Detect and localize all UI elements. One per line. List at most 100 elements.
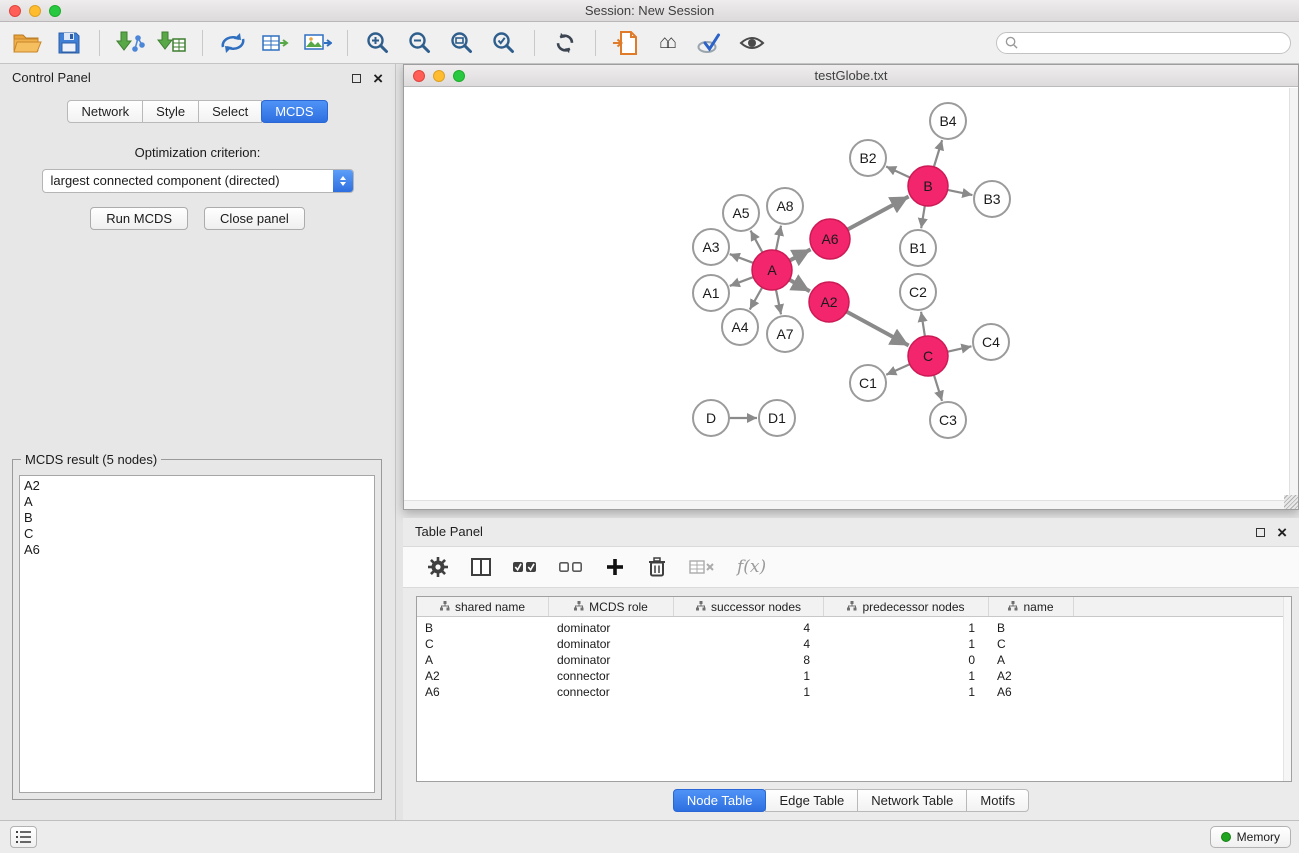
graph-node-A5[interactable]: A5 bbox=[723, 195, 759, 231]
close-panel-icon[interactable]: × bbox=[373, 70, 383, 87]
network-horizontal-scrollbar[interactable] bbox=[404, 500, 1289, 509]
tab-mcds[interactable]: MCDS bbox=[261, 100, 327, 123]
optimization-criterion-select[interactable]: largest connected component (directed) bbox=[42, 169, 354, 193]
export-table-button[interactable] bbox=[256, 26, 294, 60]
mcds-result-item[interactable]: C bbox=[24, 526, 370, 542]
column-header-shared-name[interactable]: shared name bbox=[417, 597, 549, 616]
network-minimize-button[interactable] bbox=[433, 70, 445, 82]
network-resize-handle[interactable] bbox=[1284, 495, 1298, 509]
graph-node-A8[interactable]: A8 bbox=[767, 188, 803, 224]
table-row[interactable]: A2connector11A2 bbox=[417, 668, 1291, 684]
task-history-button[interactable] bbox=[10, 826, 37, 848]
zoom-in-button[interactable] bbox=[359, 26, 397, 60]
network-canvas[interactable]: B4B2BB3A5A8A6B1A3AA1C2A2A4A7C4CC1C3DD1 bbox=[404, 88, 1289, 500]
graph-node-A1[interactable]: A1 bbox=[693, 275, 729, 311]
tab-network[interactable]: Network bbox=[67, 100, 143, 123]
graph-edge-C-C3[interactable] bbox=[934, 375, 942, 401]
graph-edge-C-C4[interactable] bbox=[948, 346, 972, 351]
add-column-button[interactable] bbox=[605, 557, 625, 577]
close-table-panel-icon[interactable]: × bbox=[1277, 524, 1287, 541]
mcds-result-item[interactable]: A2 bbox=[24, 478, 370, 494]
graph-edge-A-A3[interactable] bbox=[730, 254, 754, 263]
network-home-button[interactable]: ⌂⌂ bbox=[649, 26, 687, 60]
graph-node-D[interactable]: D bbox=[693, 400, 729, 436]
minimize-window-button[interactable] bbox=[29, 5, 41, 17]
mcds-result-item[interactable]: A bbox=[24, 494, 370, 510]
graph-node-C2[interactable]: C2 bbox=[900, 274, 936, 310]
deselect-all-rows-button[interactable] bbox=[559, 557, 583, 577]
tab-node-table[interactable]: Node Table bbox=[673, 789, 767, 812]
graph-edge-C-C1[interactable] bbox=[886, 364, 910, 375]
table-row[interactable]: A6connector11A6 bbox=[417, 684, 1291, 700]
column-header-name[interactable]: name bbox=[989, 597, 1074, 616]
export-image-button[interactable] bbox=[298, 26, 336, 60]
graph-edge-B-B1[interactable] bbox=[921, 206, 925, 229]
graph-node-D1[interactable]: D1 bbox=[759, 400, 795, 436]
network-vertical-scrollbar[interactable] bbox=[1289, 88, 1298, 500]
tab-select[interactable]: Select bbox=[198, 100, 262, 123]
column-header-predecessor-nodes[interactable]: predecessor nodes bbox=[824, 597, 989, 616]
graph-edge-B-B2[interactable] bbox=[886, 166, 910, 177]
zoom-selected-button[interactable] bbox=[485, 26, 523, 60]
search-field[interactable] bbox=[996, 32, 1291, 54]
refresh-layout-button[interactable] bbox=[546, 26, 584, 60]
graph-node-C1[interactable]: C1 bbox=[850, 365, 886, 401]
network-graph[interactable]: B4B2BB3A5A8A6B1A3AA1C2A2A4A7C4CC1C3DD1 bbox=[404, 88, 1289, 500]
graph-edge-A-A6[interactable] bbox=[790, 249, 811, 260]
mcds-result-list[interactable]: A2ABCA6 bbox=[19, 475, 375, 793]
open-session-button[interactable] bbox=[8, 26, 46, 60]
document-import-button[interactable] bbox=[607, 26, 645, 60]
column-header-successor-nodes[interactable]: successor nodes bbox=[674, 597, 824, 616]
graph-edge-A6-B[interactable] bbox=[848, 196, 909, 229]
graph-edge-A-A7[interactable] bbox=[776, 290, 781, 315]
table-row[interactable]: Adominator80A bbox=[417, 652, 1291, 668]
save-session-button[interactable] bbox=[50, 26, 88, 60]
graph-edge-B-B3[interactable] bbox=[948, 190, 973, 195]
delete-column-button[interactable] bbox=[647, 556, 667, 578]
zoom-out-button[interactable] bbox=[401, 26, 439, 60]
export-network-button[interactable] bbox=[214, 26, 252, 60]
graph-node-A4[interactable]: A4 bbox=[722, 309, 758, 345]
graph-edge-A-A8[interactable] bbox=[776, 226, 781, 251]
table-settings-button[interactable] bbox=[427, 556, 449, 578]
graph-node-A3[interactable]: A3 bbox=[693, 229, 729, 265]
tab-motifs[interactable]: Motifs bbox=[966, 789, 1029, 812]
float-panel-icon[interactable] bbox=[352, 74, 361, 83]
import-network-button[interactable] bbox=[111, 26, 149, 60]
graph-node-C4[interactable]: C4 bbox=[973, 324, 1009, 360]
close-window-button[interactable] bbox=[9, 5, 21, 17]
table-row[interactable]: Bdominator41B bbox=[417, 620, 1291, 636]
mcds-result-item[interactable]: A6 bbox=[24, 542, 370, 558]
graph-node-A7[interactable]: A7 bbox=[767, 316, 803, 352]
zoom-window-button[interactable] bbox=[49, 5, 61, 17]
show-hide-button[interactable] bbox=[733, 26, 771, 60]
zoom-fit-button[interactable] bbox=[443, 26, 481, 60]
graph-node-A6[interactable]: A6 bbox=[810, 219, 850, 259]
delete-table-button[interactable] bbox=[689, 558, 715, 576]
select-all-rows-button[interactable] bbox=[513, 557, 537, 577]
tab-network-table[interactable]: Network Table bbox=[857, 789, 967, 812]
graph-edge-A-A5[interactable] bbox=[751, 231, 763, 253]
mcds-result-item[interactable]: B bbox=[24, 510, 370, 526]
graph-edge-A2-C[interactable] bbox=[847, 312, 909, 346]
column-header-MCDS-role[interactable]: MCDS role bbox=[549, 597, 674, 616]
float-table-panel-icon[interactable] bbox=[1256, 528, 1265, 537]
graph-edge-A-A2[interactable] bbox=[789, 280, 809, 291]
network-zoom-button[interactable] bbox=[453, 70, 465, 82]
import-table-button[interactable] bbox=[153, 26, 191, 60]
graph-node-B[interactable]: B bbox=[908, 166, 948, 206]
memory-button[interactable]: Memory bbox=[1210, 826, 1291, 848]
search-input[interactable] bbox=[1023, 36, 1282, 50]
graph-node-C[interactable]: C bbox=[908, 336, 948, 376]
tab-style[interactable]: Style bbox=[142, 100, 199, 123]
graph-node-A2[interactable]: A2 bbox=[809, 282, 849, 322]
network-close-button[interactable] bbox=[413, 70, 425, 82]
graph-edge-C-C2[interactable] bbox=[921, 312, 925, 336]
graph-node-A[interactable]: A bbox=[752, 250, 792, 290]
graph-node-B2[interactable]: B2 bbox=[850, 140, 886, 176]
graph-node-B4[interactable]: B4 bbox=[930, 103, 966, 139]
graph-edge-A-A4[interactable] bbox=[750, 287, 762, 309]
network-window-titlebar[interactable]: testGlobe.txt bbox=[404, 65, 1298, 87]
graph-node-B1[interactable]: B1 bbox=[900, 230, 936, 266]
close-panel-button[interactable]: Close panel bbox=[204, 207, 305, 230]
